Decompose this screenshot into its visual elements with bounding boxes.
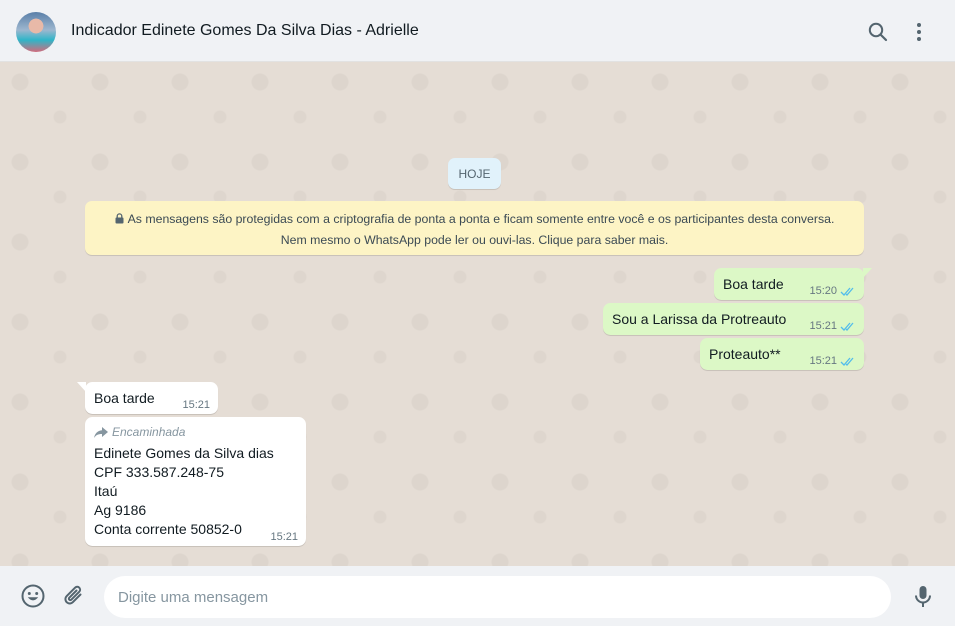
message-bubble-incoming-forwarded[interactable]: Encaminhada Edinete Gomes da Silva dias … (85, 417, 306, 546)
message-meta: 15:21 (809, 355, 856, 367)
message-bubble-outgoing[interactable]: Sou a Larissa da Protreauto 15:21 (603, 303, 864, 335)
contact-avatar[interactable] (16, 12, 56, 52)
date-divider: HOJE (448, 158, 501, 189)
message-list[interactable]: HOJE As mensagens são protegidas com a c… (0, 62, 955, 566)
message-line: CPF 333.587.248-75 (94, 464, 224, 480)
message-time: 15:21 (809, 320, 837, 332)
message-text: Proteauto** (709, 346, 781, 362)
message-bubble-outgoing[interactable]: Boa tarde 15:20 (714, 268, 872, 300)
message-input[interactable] (104, 576, 891, 618)
message-time: 15:21 (270, 531, 298, 543)
message-text: Boa tarde (94, 390, 155, 406)
encryption-line-2: Nem mesmo o WhatsApp pode ler ou ouvi-la… (280, 233, 669, 247)
forwarded-label: Encaminhada (94, 425, 185, 439)
double-check-icon (840, 357, 854, 366)
message-line: Ag 9186 (94, 502, 147, 518)
message-meta: 15:20 (809, 285, 856, 297)
composer (0, 566, 955, 626)
message-bubble-outgoing[interactable]: Proteauto** 15:21 (700, 338, 864, 370)
message-text: Edinete Gomes da Silva dias CPF 333.587.… (94, 444, 274, 539)
message-line: Edinete Gomes da Silva dias (94, 445, 274, 461)
message-line: Itaú (94, 483, 118, 499)
forward-arrow-icon (94, 426, 108, 438)
forwarded-text: Encaminhada (112, 425, 186, 439)
message-bubble-incoming[interactable]: Boa tarde 15:21 (77, 382, 218, 414)
microphone-icon[interactable] (910, 583, 936, 609)
message-time: 15:20 (809, 285, 837, 297)
message-text: Boa tarde (723, 276, 784, 292)
menu-icon[interactable] (907, 20, 931, 44)
chat-header: Indicador Edinete Gomes Da Silva Dias - … (0, 0, 955, 62)
attach-icon[interactable] (61, 583, 87, 609)
double-check-icon (840, 287, 854, 296)
message-time: 15:21 (809, 355, 837, 367)
emoji-icon[interactable] (20, 583, 46, 609)
lock-icon (115, 213, 124, 224)
encryption-line-1: As mensagens são protegidas com a cripto… (127, 212, 835, 226)
message-text: Sou a Larissa da Protreauto (612, 311, 787, 327)
double-check-icon (840, 322, 854, 331)
message-meta: 15:21 (809, 320, 856, 332)
search-icon[interactable] (866, 20, 890, 44)
message-line: Conta corrente 50852-0 (94, 521, 242, 537)
encryption-notice[interactable]: As mensagens são protegidas com a cripto… (85, 201, 864, 255)
contact-name[interactable]: Indicador Edinete Gomes Da Silva Dias - … (71, 22, 419, 40)
message-time: 15:21 (182, 399, 210, 411)
